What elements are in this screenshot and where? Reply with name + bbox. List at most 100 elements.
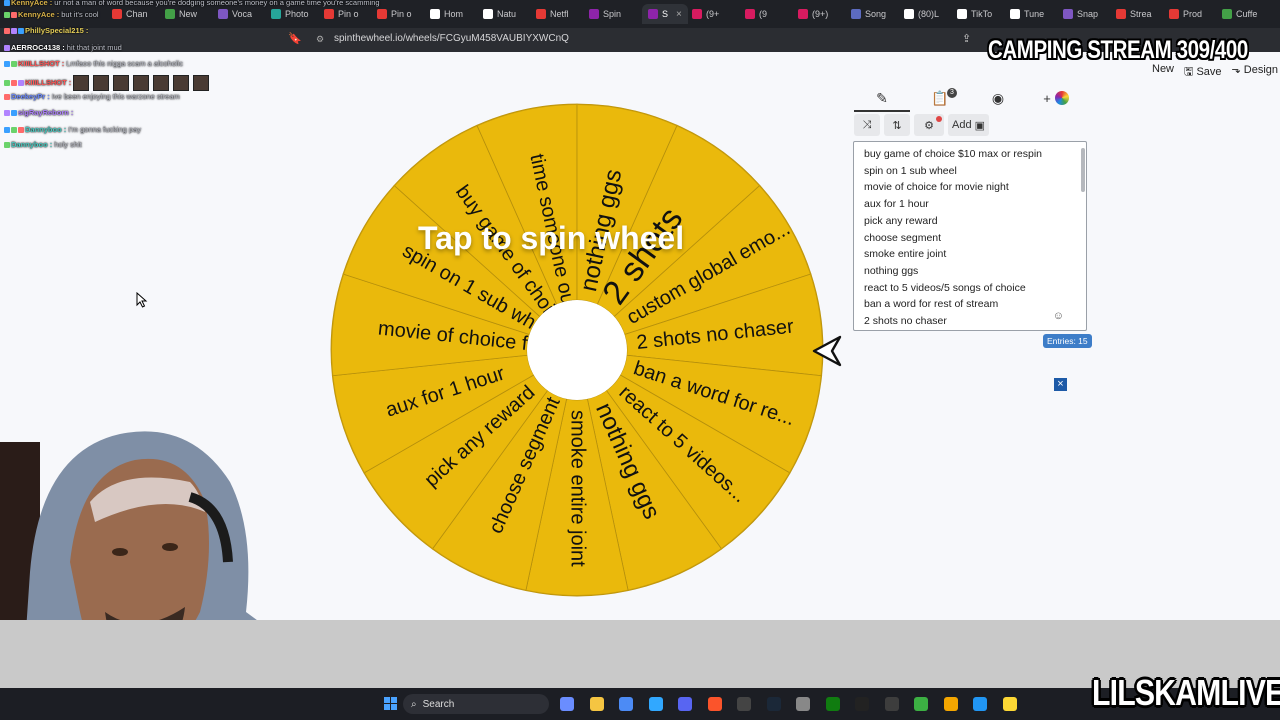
streamer-brand-overlay: LILSKAMLIVE	[1092, 672, 1280, 713]
panel-tabs: ✎ 📋 3 ◉ +	[854, 86, 1086, 112]
plus-icon: +	[1043, 90, 1051, 106]
entry-line[interactable]: pick any reward	[864, 215, 938, 227]
files-icon[interactable]	[589, 697, 604, 711]
notes-icon[interactable]	[1002, 697, 1017, 711]
chat-badge-icon	[4, 127, 10, 134]
taskbar-search[interactable]: ⌕ Search	[403, 694, 549, 714]
tab-favicon-icon	[851, 9, 861, 19]
browser-tab[interactable]: Natu	[483, 4, 516, 24]
browser-tab[interactable]: Snap	[1063, 4, 1098, 24]
tap-to-spin-label[interactable]: Tap to spin wheel	[418, 220, 684, 257]
brave-icon[interactable]	[707, 697, 722, 711]
discord-icon[interactable]	[678, 697, 692, 711]
browser-tab[interactable]: TikTo	[957, 4, 992, 24]
entry-line[interactable]: react to 5 videos/5 songs of choice	[864, 282, 1026, 294]
sort-button[interactable]: ⇅	[884, 114, 910, 136]
browser-tab[interactable]: Pin o	[324, 4, 359, 24]
tab-favicon-icon	[483, 9, 493, 19]
4k-icon[interactable]	[884, 697, 899, 711]
entries-textarea[interactable]: ☺ buy game of choice $10 max or respin sp…	[853, 141, 1087, 331]
app-icon[interactable]	[796, 697, 810, 711]
emoji-icon[interactable]: ☺	[1053, 310, 1064, 322]
tab-add-wheel[interactable]: +	[1028, 86, 1084, 110]
browser-tab[interactable]: Cuffe	[1222, 4, 1257, 24]
design-button[interactable]: ⬎ Design	[1232, 63, 1279, 82]
store-icon[interactable]	[619, 697, 633, 711]
tab-favicon-icon	[536, 9, 546, 19]
new-button[interactable]: New	[1152, 63, 1174, 82]
wheel-graphic[interactable]: 2 shotscustom global emo...2 shots no ch…	[330, 103, 824, 597]
tab-hidden[interactable]: ◉	[970, 86, 1026, 110]
tab-favicon-icon	[165, 9, 175, 19]
shuffle-button[interactable]: ⤨	[854, 114, 880, 136]
entry-line[interactable]: smoke entire joint	[864, 248, 946, 260]
site-info-icon[interactable]: ⚙	[316, 34, 324, 45]
fl-icon[interactable]	[943, 697, 958, 711]
steam-icon[interactable]	[766, 697, 781, 711]
browser-tab[interactable]: Strea	[1116, 4, 1152, 24]
browser-tab[interactable]: Song	[851, 4, 886, 24]
tab-favicon-icon	[798, 9, 808, 19]
add-image-button[interactable]: Add ▣	[948, 114, 990, 136]
browser-tab[interactable]: (9+	[692, 4, 719, 24]
close-button[interactable]: ×	[1054, 378, 1067, 391]
close-tab-icon[interactable]: ×	[676, 9, 682, 20]
chat-badge-icon	[4, 61, 10, 68]
chat-username: DeekeyPr :	[11, 92, 50, 101]
photoshop-icon[interactable]	[648, 697, 663, 711]
capcut-icon[interactable]	[855, 697, 869, 711]
browser-tab[interactable]: Prod	[1169, 4, 1202, 24]
browser-tab[interactable]: Netfl	[536, 4, 569, 24]
browser-tab[interactable]: (9	[745, 4, 767, 24]
tab-favicon-icon	[430, 9, 440, 19]
browser-tab[interactable]: Tune	[1010, 4, 1044, 24]
design-label: Design	[1243, 64, 1279, 76]
tab-label: Photo	[285, 9, 309, 19]
browser-tab[interactable]: (80)L	[904, 4, 939, 24]
spin-wheel[interactable]: 2 shots custom global emo... 2 shots no ch…	[330, 103, 824, 597]
bookmark-icon[interactable]: 🔖	[288, 32, 302, 45]
entry-line[interactable]: choose segment	[864, 232, 941, 244]
tab-label: Natu	[497, 9, 517, 19]
tab-label: Tune	[1024, 9, 1045, 19]
chat-username: sigRayReborn :	[18, 108, 74, 117]
chat-badge-icon	[11, 61, 17, 68]
browser-tab[interactable]: S ×	[642, 4, 688, 24]
chat-text: I'm gonna fucking pay	[68, 125, 141, 134]
browser-tab[interactable]: Hom	[430, 4, 463, 24]
entry-line[interactable]: nothing ggs	[864, 265, 918, 277]
search-label: Search	[422, 698, 455, 710]
browser-tab[interactable]: Voca	[218, 4, 252, 24]
tab-label: New	[179, 9, 198, 19]
browser-tab[interactable]: (9+)	[798, 4, 828, 24]
entry-line[interactable]: movie of choice for movie night	[864, 181, 1009, 193]
entry-line[interactable]: 2 shots no chaser	[864, 315, 947, 327]
xbox-icon[interactable]	[825, 697, 840, 711]
chat-emote-icon	[73, 75, 90, 91]
save-button[interactable]: 🖫 Save	[1184, 63, 1222, 82]
entries-scrollbar[interactable]	[1081, 148, 1085, 192]
browser-tab[interactable]: New	[165, 4, 197, 24]
browser-tab[interactable]: Chan	[112, 4, 148, 24]
entry-line[interactable]: buy game of choice $10 max or respin	[864, 148, 1042, 160]
utorrent-icon[interactable]	[914, 697, 928, 711]
app2-icon[interactable]	[973, 697, 987, 711]
url-text[interactable]: spinthewheel.io/wheels/FCGyuM458VAUBIYXW…	[334, 33, 569, 44]
browser-tab[interactable]: Pin o	[377, 4, 412, 24]
tab-results[interactable]: 📋 3	[912, 86, 968, 110]
settings-button[interactable]: ⚙	[914, 114, 944, 136]
tab-label: Netfl	[550, 9, 569, 19]
chat-text: but it's cool	[61, 10, 99, 19]
obs-icon[interactable]	[737, 697, 751, 711]
browser-tab[interactable]: Spin	[589, 4, 621, 24]
entry-line[interactable]: ban a word for rest of stream	[864, 298, 998, 310]
windows-start-icon[interactable]	[384, 697, 398, 711]
browser-tab[interactable]: Photo	[271, 4, 309, 24]
entry-line[interactable]: spin on 1 sub wheel	[864, 165, 957, 177]
tab-edit[interactable]: ✎	[854, 86, 910, 112]
share-icon[interactable]: ⇪	[962, 32, 971, 45]
chat-badge-icon	[11, 80, 17, 86]
wheel-center-hub[interactable]	[527, 300, 627, 400]
copilot-icon[interactable]	[560, 697, 574, 711]
entry-line[interactable]: aux for 1 hour	[864, 198, 929, 210]
